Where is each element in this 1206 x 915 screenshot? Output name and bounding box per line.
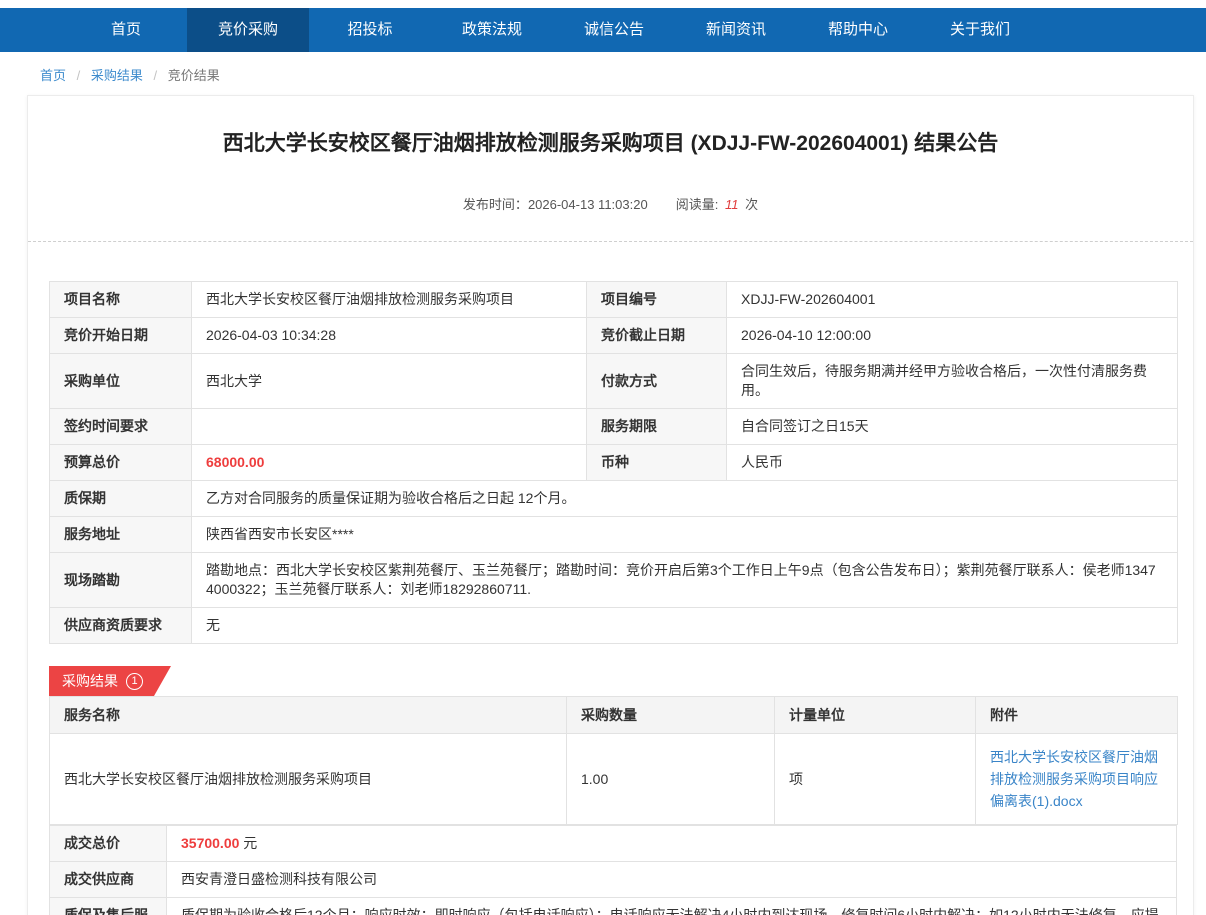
top-navigation: 首页 竞价采购 招投标 政策法规 诚信公告 新闻资讯 帮助中心 关于我们 xyxy=(0,8,1206,52)
bid-start-value: 2026-04-03 10:34:28 xyxy=(192,318,587,354)
service-address-value: 陕西省西安市长安区**** xyxy=(192,517,1178,553)
supplier-qualification-label: 供应商资质要求 xyxy=(50,608,192,644)
after-sales-label: 质保及售后服务 xyxy=(50,898,167,915)
table-row: 质保期 乙方对合同服务的质量保证期为验收合格后之日起 12个月。 xyxy=(50,481,1178,517)
article-meta: 发布时间：2026-04-13 11:03:20 阅读量: 11 次 xyxy=(28,194,1193,241)
result-item-row: 西北大学长安校区餐厅油烟排放检测服务采购项目 1.00 项 西北大学长安校区餐厅… xyxy=(50,734,1178,825)
bid-end-label: 竞价截止日期 xyxy=(587,318,727,354)
project-name-label: 项目名称 xyxy=(50,282,192,318)
after-sales-value: 质保期为验收合格后12个月；响应时效：即时响应（包括电话响应）；电话响应无法解决… xyxy=(167,898,1177,915)
nav-tab-policy[interactable]: 政策法规 xyxy=(431,8,553,52)
deal-total-cell: 35700.00 元 xyxy=(167,826,1177,862)
publish-time-label: 发布时间： xyxy=(463,197,528,212)
attachment-header: 附件 xyxy=(976,697,1178,734)
budget-value: 68000.00 xyxy=(192,445,587,481)
table-row: 服务地址 陕西省西安市长安区**** xyxy=(50,517,1178,553)
bid-end-value: 2026-04-10 12:00:00 xyxy=(727,318,1178,354)
service-name-cell: 西北大学长安校区餐厅油烟排放检测服务采购项目 xyxy=(50,734,567,825)
purchaser-value: 西北大学 xyxy=(192,354,587,409)
purchase-result-table: 服务名称 采购数量 计量单位 附件 西北大学长安校区餐厅油烟排放检测服务采购项目… xyxy=(49,696,1178,825)
table-row: 成交供应商 西安青澄日盛检测科技有限公司 xyxy=(50,862,1177,898)
breadcrumb-separator: / xyxy=(77,68,81,83)
service-period-label: 服务期限 xyxy=(587,409,727,445)
warranty-period-label: 质保期 xyxy=(50,481,192,517)
bid-start-label: 竞价开始日期 xyxy=(50,318,192,354)
quantity-header: 采购数量 xyxy=(567,697,775,734)
unit-header: 计量单位 xyxy=(775,697,976,734)
views-unit: 次 xyxy=(745,197,758,212)
breadcrumb-current: 竞价结果 xyxy=(168,68,220,83)
attachment-cell: 西北大学长安校区餐厅油烟排放检测服务采购项目响应偏离表(1).docx xyxy=(976,734,1178,825)
page-title: 西北大学长安校区餐厅油烟排放检测服务采购项目 (XDJJ-FW-20260400… xyxy=(88,130,1133,158)
table-row: 预算总价 68000.00 币种 人民币 xyxy=(50,445,1178,481)
deal-total-unit: 元 xyxy=(243,835,257,851)
project-code-value: XDJJ-FW-202604001 xyxy=(727,282,1178,318)
deal-total-value: 35700.00 xyxy=(181,835,239,851)
nav-tab-help-center[interactable]: 帮助中心 xyxy=(797,8,919,52)
article-header: 西北大学长安校区餐厅油烟排放检测服务采购项目 (XDJJ-FW-20260400… xyxy=(28,130,1193,242)
table-row: 成交总价 35700.00 元 xyxy=(50,826,1177,862)
payment-method-label: 付款方式 xyxy=(587,354,727,409)
deal-supplier-value: 西安青澄日盛检测科技有限公司 xyxy=(167,862,1177,898)
project-info-table: 项目名称 西北大学长安校区餐厅油烟排放检测服务采购项目 项目编号 XDJJ-FW… xyxy=(49,281,1178,644)
currency-label: 币种 xyxy=(587,445,727,481)
table-row: 采购单位 西北大学 付款方式 合同生效后，待服务期满并经甲方验收合格后，一次性付… xyxy=(50,354,1178,409)
table-row: 竞价开始日期 2026-04-03 10:34:28 竞价截止日期 2026-0… xyxy=(50,318,1178,354)
breadcrumb-separator: / xyxy=(154,68,158,83)
breadcrumb: 首页 / 采购结果 / 竞价结果 xyxy=(0,52,1206,95)
currency-value: 人民币 xyxy=(727,445,1178,481)
nav-tab-about-us[interactable]: 关于我们 xyxy=(919,8,1041,52)
budget-label: 预算总价 xyxy=(50,445,192,481)
nav-tab-news[interactable]: 新闻资讯 xyxy=(675,8,797,52)
announcement-card: 西北大学长安校区餐厅油烟排放检测服务采购项目 (XDJJ-FW-20260400… xyxy=(27,95,1194,915)
site-survey-label: 现场踏勘 xyxy=(50,553,192,608)
views-count: 11 xyxy=(725,197,739,212)
table-row: 现场踏勘 踏勘地点：西北大学长安校区紫荆苑餐厅、玉兰苑餐厅；踏勘时间：竞价开启后… xyxy=(50,553,1178,608)
service-period-value: 自合同签订之日15天 xyxy=(727,409,1178,445)
supplier-qualification-value: 无 xyxy=(192,608,1178,644)
nav-tab-tender[interactable]: 招投标 xyxy=(309,8,431,52)
purchaser-label: 采购单位 xyxy=(50,354,192,409)
site-survey-value: 踏勘地点：西北大学长安校区紫荆苑餐厅、玉兰苑餐厅；踏勘时间：竞价开启后第3个工作… xyxy=(192,553,1178,608)
table-row: 质保及售后服务 质保期为验收合格后12个月；响应时效：即时响应（包括电话响应）；… xyxy=(50,898,1177,915)
payment-method-value: 合同生效后，待服务期满并经甲方验收合格后，一次性付清服务费用。 xyxy=(727,354,1178,409)
table-header-row: 服务名称 采购数量 计量单位 附件 xyxy=(50,697,1178,734)
deal-supplier-label: 成交供应商 xyxy=(50,862,167,898)
purchase-result-ribbon: 采购结果 1 xyxy=(49,666,171,696)
project-code-label: 项目编号 xyxy=(587,282,727,318)
project-name-value: 西北大学长安校区餐厅油烟排放检测服务采购项目 xyxy=(192,282,587,318)
service-address-label: 服务地址 xyxy=(50,517,192,553)
nav-tab-home[interactable]: 首页 xyxy=(65,8,187,52)
publish-time-value: 2026-04-13 11:03:20 xyxy=(528,197,648,212)
signing-time-value xyxy=(192,409,587,445)
purchase-result-label: 采购结果 xyxy=(62,671,118,691)
table-row: 项目名称 西北大学长安校区餐厅油烟排放检测服务采购项目 项目编号 XDJJ-FW… xyxy=(50,282,1178,318)
service-name-header: 服务名称 xyxy=(50,697,567,734)
views-label: 阅读量: xyxy=(676,197,719,212)
breadcrumb-home-link[interactable]: 首页 xyxy=(40,68,66,83)
signing-time-label: 签约时间要求 xyxy=(50,409,192,445)
nav-tab-bidding-purchase[interactable]: 竞价采购 xyxy=(187,8,309,52)
quantity-cell: 1.00 xyxy=(567,734,775,825)
deal-total-label: 成交总价 xyxy=(50,826,167,862)
result-summary-table: 成交总价 35700.00 元 成交供应商 西安青澄日盛检测科技有限公司 质保及… xyxy=(49,825,1177,915)
warranty-period-value: 乙方对合同服务的质量保证期为验收合格后之日起 12个月。 xyxy=(192,481,1178,517)
attachment-link[interactable]: 西北大学长安校区餐厅油烟排放检测服务采购项目响应偏离表(1).docx xyxy=(990,749,1158,809)
table-row: 供应商资质要求 无 xyxy=(50,608,1178,644)
result-count-badge: 1 xyxy=(126,673,143,690)
breadcrumb-section-link[interactable]: 采购结果 xyxy=(91,68,143,83)
table-row: 签约时间要求 服务期限 自合同签订之日15天 xyxy=(50,409,1178,445)
nav-tab-integrity-notice[interactable]: 诚信公告 xyxy=(553,8,675,52)
unit-cell: 项 xyxy=(775,734,976,825)
